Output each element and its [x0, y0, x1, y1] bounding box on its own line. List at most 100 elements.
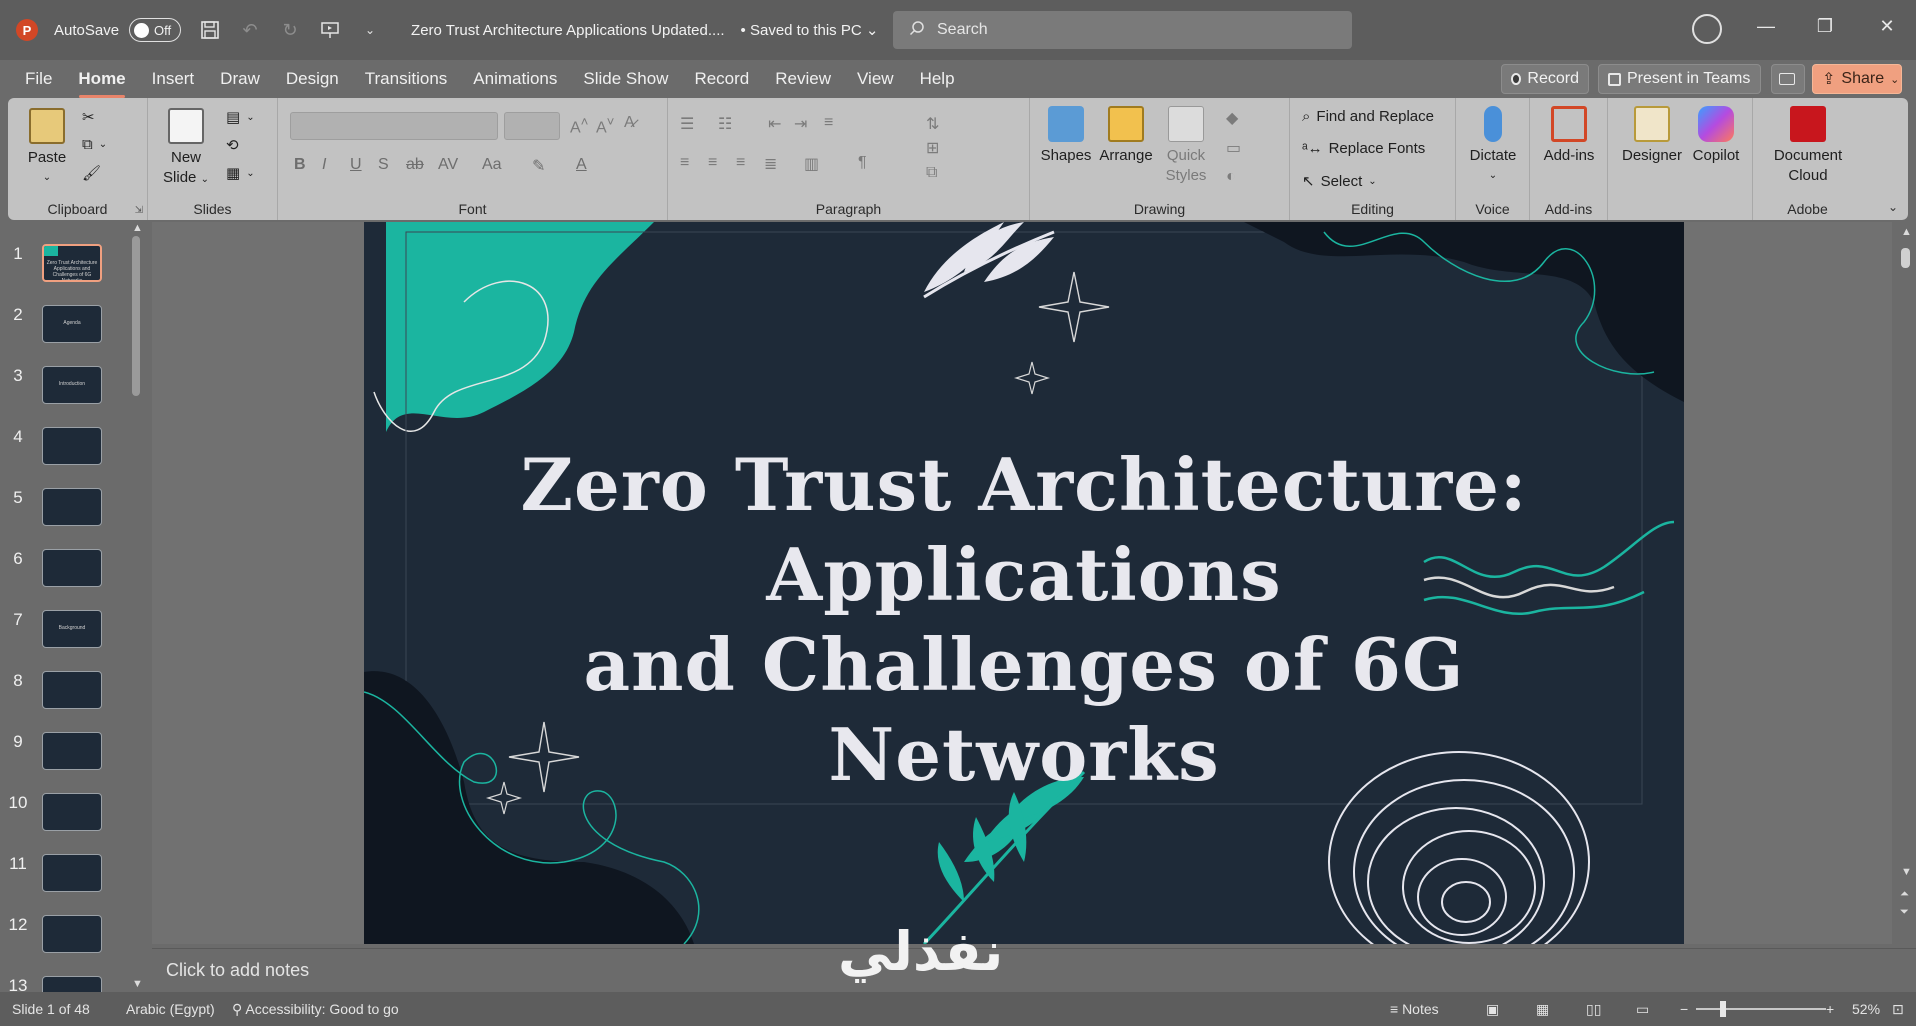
accessibility-status[interactable]: ⚲ Accessibility: Good to go [232, 1001, 399, 1018]
scroll-down-icon[interactable]: ▼ [1901, 866, 1912, 878]
smartart-icon[interactable]: ⧉ [926, 164, 937, 182]
slide-scrollbar[interactable]: ▲ ▼ ⏶ ⏷ [1896, 222, 1916, 944]
zoom-out-icon[interactable]: − [1680, 1001, 1688, 1017]
slide-thumbnail-row[interactable]: 8 [0, 671, 148, 723]
underline-icon[interactable]: U [350, 156, 362, 174]
clear-format-icon[interactable]: A̷ [624, 114, 635, 132]
decrease-font-icon[interactable]: A˅ [596, 114, 614, 137]
tab-help[interactable]: Help [907, 60, 968, 98]
text-direction-icon[interactable]: ¶ [858, 154, 867, 172]
save-icon[interactable] [199, 19, 221, 41]
tab-design[interactable]: Design [273, 60, 352, 98]
slide-title[interactable]: Zero Trust Architecture: Applications an… [364, 440, 1684, 800]
align-center-icon[interactable]: ≡ [708, 154, 717, 172]
paste-button[interactable]: Paste ⌄ [22, 108, 72, 188]
italic-icon[interactable]: I [322, 156, 326, 174]
collapse-ribbon-icon[interactable]: ⌄ [1888, 200, 1898, 214]
comments-button[interactable] [1771, 64, 1805, 94]
font-family-input[interactable] [290, 112, 498, 140]
slide-thumbnail[interactable]: Agenda [42, 305, 102, 343]
minimize-icon[interactable]: — [1751, 16, 1781, 37]
slide-thumbnail-row[interactable]: 7 Background [0, 610, 148, 662]
font-size-input[interactable] [504, 112, 560, 140]
increase-font-icon[interactable]: A˄ [570, 114, 588, 137]
dialog-launcher-icon[interactable]: ⇲ [135, 205, 143, 216]
arrange-button[interactable]: Arrange [1096, 106, 1156, 166]
notes-pane[interactable]: Click to add notes [152, 948, 1916, 992]
tab-record[interactable]: Record [681, 60, 762, 98]
copilot-button[interactable]: Copilot [1686, 106, 1746, 166]
select-button[interactable]: ↖ Select ⌄ [1302, 172, 1377, 191]
format-painter-icon[interactable]: 🖌 [82, 164, 101, 182]
slide-thumbnail[interactable] [42, 427, 102, 465]
section-icon[interactable]: ▦ ⌄ [226, 164, 255, 182]
decrease-indent-icon[interactable]: ⇤ [768, 114, 781, 134]
highlight-icon[interactable]: ✎ [532, 156, 545, 176]
font-color-icon[interactable]: A [576, 156, 587, 174]
share-button[interactable]: ⇪ Share ⌄ [1812, 64, 1902, 94]
search-input[interactable]: Search [893, 11, 1352, 49]
customize-toolbar-icon[interactable]: ⌄ [359, 19, 381, 41]
scroll-up-icon[interactable]: ▲ [1901, 226, 1912, 238]
scroll-thumb[interactable] [1901, 248, 1910, 268]
restore-icon[interactable]: ❐ [1810, 16, 1840, 37]
slide-thumbnail[interactable] [42, 732, 102, 770]
tab-review[interactable]: Review [762, 60, 844, 98]
text-direction-rotate-icon[interactable]: ⇅ [926, 114, 939, 134]
notes-button[interactable]: ≡ Notes [1390, 1001, 1439, 1017]
slide-thumbnail[interactable]: Background [42, 610, 102, 648]
align-left-icon[interactable]: ≡ [680, 154, 689, 172]
tab-home[interactable]: Home [65, 60, 138, 98]
dictate-button[interactable]: Dictate ⌄ [1462, 106, 1524, 186]
account-avatar-icon[interactable] [1692, 14, 1722, 44]
zoom-level[interactable]: 52% [1852, 1001, 1880, 1017]
slide-thumbnail-row[interactable]: 5 [0, 488, 148, 540]
addins-button[interactable]: Add-ins [1536, 106, 1602, 166]
document-title[interactable]: Zero Trust Architecture Applications Upd… [411, 22, 725, 39]
next-slide-icon[interactable]: ⏷ [1900, 906, 1909, 919]
slide-thumbnail[interactable] [42, 549, 102, 587]
undo-icon[interactable]: ↶ [239, 19, 261, 41]
slide-thumbnail-row[interactable]: 2 Agenda [0, 305, 148, 357]
shapes-button[interactable]: Shapes [1038, 106, 1094, 166]
shadow-icon[interactable]: S [378, 156, 389, 174]
designer-button[interactable]: Designer [1620, 106, 1684, 166]
zoom-in-icon[interactable]: + [1826, 1001, 1834, 1017]
previous-slide-icon[interactable]: ⏶ [1900, 888, 1909, 901]
numbering-icon[interactable]: ☷ [718, 114, 732, 134]
slide-thumbnail-row[interactable]: 3 Introduction [0, 366, 148, 418]
slide-thumbnail-row[interactable]: 11 [0, 854, 148, 906]
layout-icon[interactable]: ▤ ⌄ [226, 108, 255, 126]
slideshow-view-icon[interactable]: ▭ [1636, 1001, 1649, 1018]
bold-icon[interactable]: B [294, 156, 306, 174]
tab-animations[interactable]: Animations [460, 60, 570, 98]
strikethrough-icon[interactable]: ab [406, 156, 424, 174]
tab-view[interactable]: View [844, 60, 907, 98]
change-case-icon[interactable]: Aa [482, 156, 502, 174]
cut-icon[interactable]: ✂ [82, 108, 95, 126]
autosave-toggle[interactable]: Off [129, 18, 182, 42]
slide-thumbnail[interactable] [42, 915, 102, 953]
quick-styles-button[interactable]: Quick Styles [1158, 106, 1214, 186]
line-spacing-icon[interactable]: ≡ [824, 114, 833, 132]
reset-icon[interactable]: ⟲ [226, 136, 239, 154]
character-spacing-icon[interactable]: AV [438, 156, 458, 174]
language-indicator[interactable]: Arabic (Egypt) [126, 1001, 215, 1017]
tab-file[interactable]: File [12, 60, 65, 98]
normal-view-icon[interactable]: ▣ [1486, 1001, 1499, 1018]
align-text-icon[interactable]: ⊞ [926, 138, 939, 158]
slide-sorter-icon[interactable]: ▦ [1536, 1001, 1549, 1018]
slide-thumbnail[interactable] [42, 671, 102, 709]
slide-thumbnail[interactable]: Zero Trust Architecture Applications and… [42, 244, 102, 282]
fit-to-window-icon[interactable]: ⊡ [1892, 1001, 1904, 1018]
zoom-slider[interactable] [1696, 1008, 1826, 1010]
tab-draw[interactable]: Draw [207, 60, 273, 98]
find-and-replace-button[interactable]: ⌕ Find and Replace [1302, 108, 1434, 125]
copy-icon[interactable]: ⧉ ⌄ [82, 136, 107, 153]
columns-icon[interactable]: ▥ [804, 154, 819, 174]
tab-slide-show[interactable]: Slide Show [570, 60, 681, 98]
close-icon[interactable]: ✕ [1872, 16, 1902, 37]
shape-effects-icon[interactable]: ◐ [1226, 168, 1236, 186]
slide-thumbnail[interactable] [42, 488, 102, 526]
record-button[interactable]: Record [1501, 64, 1589, 94]
